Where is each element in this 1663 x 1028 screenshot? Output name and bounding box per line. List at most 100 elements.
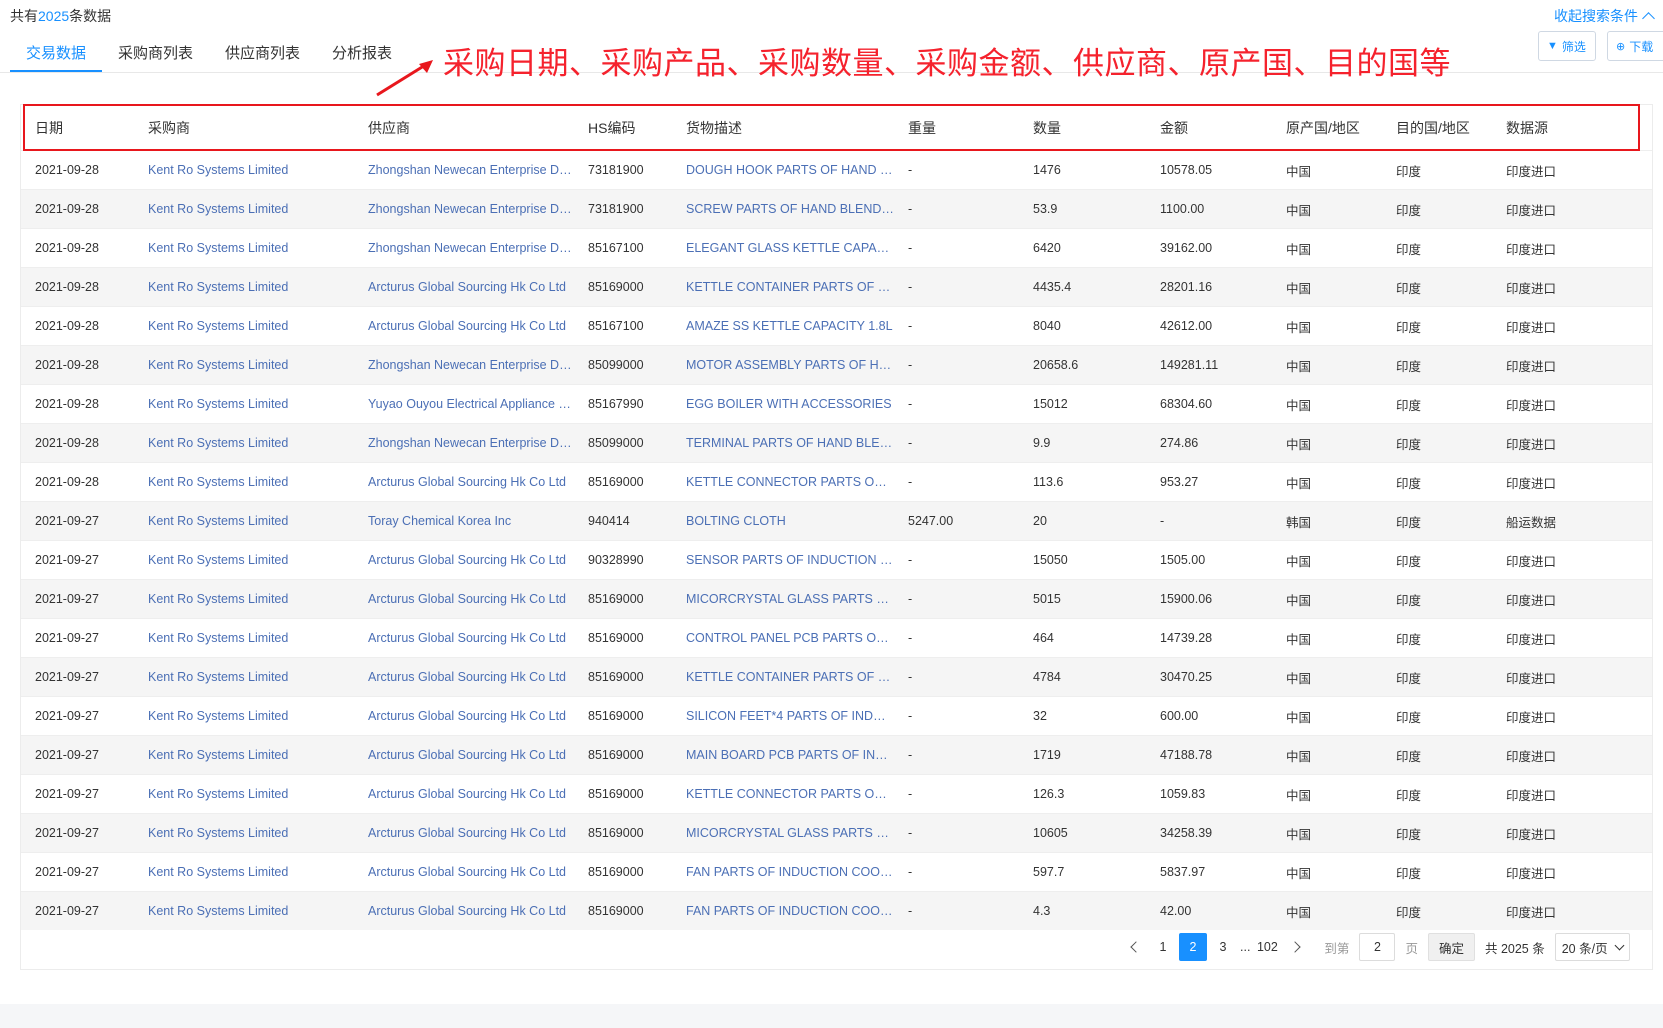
cell-supplier[interactable]: Arcturus Global Sourcing Hk Co Ltd (354, 696, 574, 736)
goto-page-input[interactable] (1359, 933, 1396, 961)
cell-quantity: 597.7 (1019, 852, 1146, 892)
cell-buyer[interactable]: Kent Ro Systems Limited (134, 267, 354, 307)
cell-description[interactable]: MOTOR ASSEMBLY PARTS OF HAND BLENDER (672, 345, 894, 385)
cell-supplier[interactable]: Zhongshan Newecan Enterprise Development… (354, 150, 574, 190)
page-1-button[interactable]: 1 (1149, 933, 1177, 961)
cell-quantity: 126.3 (1019, 774, 1146, 814)
cell-supplier[interactable]: Toray Chemical Korea Inc (354, 501, 574, 541)
cell-supplier[interactable]: Arcturus Global Sourcing Hk Co Ltd (354, 267, 574, 307)
goto-confirm-button[interactable]: 确定 (1427, 933, 1475, 961)
cell-supplier[interactable]: Zhongshan Newecan Enterprise Development… (354, 345, 574, 385)
prev-page-button[interactable] (1120, 933, 1148, 961)
cell-description[interactable]: SENSOR PARTS OF INDUCTION COOKER (672, 540, 894, 580)
cell-buyer[interactable]: Kent Ro Systems Limited (134, 657, 354, 697)
cell-description[interactable]: FAN PARTS OF INDUCTION COOKER (672, 891, 894, 930)
cell-amount: - (1146, 501, 1272, 541)
cell-supplier[interactable]: Arcturus Global Sourcing Hk Co Ltd (354, 579, 574, 619)
cell-hs-code: 940414 (574, 501, 672, 541)
table-row: 2021-09-27 Kent Ro Systems Limited Arcturu… (21, 813, 1652, 853)
cell-hs-code: 85169000 (574, 813, 672, 853)
cell-description[interactable]: DOUGH HOOK PARTS OF HAND BLENDER (672, 150, 894, 190)
cell-description[interactable]: KETTLE CONNECTOR PARTS OF KETTLE (672, 774, 894, 814)
cell-origin: 中国 (1272, 618, 1382, 658)
cell-description[interactable]: MAIN BOARD PCB PARTS OF INDUCTION (672, 735, 894, 775)
cell-supplier[interactable]: Arcturus Global Sourcing Hk Co Ltd (354, 852, 574, 892)
cell-buyer[interactable]: Kent Ro Systems Limited (134, 852, 354, 892)
cell-supplier[interactable]: Arcturus Global Sourcing Hk Co Ltd (354, 618, 574, 658)
cell-buyer[interactable]: Kent Ro Systems Limited (134, 423, 354, 463)
cell-supplier[interactable]: Arcturus Global Sourcing Hk Co Ltd (354, 891, 574, 930)
cell-date: 2021-09-28 (21, 228, 134, 268)
cell-supplier[interactable]: Arcturus Global Sourcing Hk Co Ltd (354, 774, 574, 814)
cell-destination: 印度 (1382, 657, 1492, 697)
cell-buyer[interactable]: Kent Ro Systems Limited (134, 891, 354, 930)
cell-buyer[interactable]: Kent Ro Systems Limited (134, 150, 354, 190)
cell-buyer[interactable]: Kent Ro Systems Limited (134, 306, 354, 346)
page-3-button[interactable]: 3 (1209, 933, 1237, 961)
cell-description[interactable]: AMAZE SS KETTLE CAPACITY 1.8L (672, 306, 894, 346)
cell-origin: 中国 (1272, 384, 1382, 424)
cell-description[interactable]: CONTROL PANEL PCB PARTS OF INDUCTION (672, 618, 894, 658)
cell-description[interactable]: KETTLE CONTAINER PARTS OF KETTLE (672, 657, 894, 697)
cell-buyer[interactable]: Kent Ro Systems Limited (134, 618, 354, 658)
collapse-search-link[interactable]: 收起搜索条件 (1554, 6, 1655, 26)
cell-origin: 中国 (1272, 852, 1382, 892)
table-row: 2021-09-28 Kent Ro Systems Limited Yuyao O… (21, 384, 1652, 424)
page-ellipsis[interactable]: ... (1240, 940, 1250, 954)
cell-description[interactable]: SILICON FEET*4 PARTS OF INDUCTION (672, 696, 894, 736)
cell-buyer[interactable]: Kent Ro Systems Limited (134, 228, 354, 268)
cell-buyer[interactable]: Kent Ro Systems Limited (134, 735, 354, 775)
table-row: 2021-09-27 Kent Ro Systems Limited Arcturu… (21, 579, 1652, 619)
cell-description[interactable]: EGG BOILER WITH ACCESSORIES (672, 384, 894, 424)
cell-hs-code: 85169000 (574, 774, 672, 814)
cell-supplier[interactable]: Arcturus Global Sourcing Hk Co Ltd (354, 462, 574, 502)
cell-buyer[interactable]: Kent Ro Systems Limited (134, 462, 354, 502)
cell-buyer[interactable]: Kent Ro Systems Limited (134, 345, 354, 385)
page-last-button[interactable]: 102 (1253, 933, 1281, 961)
tab-trade-data[interactable]: 交易数据 (10, 36, 103, 72)
cell-supplier[interactable]: Arcturus Global Sourcing Hk Co Ltd (354, 735, 574, 775)
cell-supplier[interactable]: Arcturus Global Sourcing Hk Co Ltd (354, 813, 574, 853)
cell-supplier[interactable]: Zhongshan Newecan Enterprise Development… (354, 423, 574, 463)
cell-buyer[interactable]: Kent Ro Systems Limited (134, 501, 354, 541)
cell-supplier[interactable]: Zhongshan Newecan Enterprise Development… (354, 189, 574, 229)
page-2-button[interactable]: 2 (1179, 933, 1207, 961)
page-footer-band (0, 1004, 1663, 1028)
cell-buyer[interactable]: Kent Ro Systems Limited (134, 384, 354, 424)
cell-description[interactable]: SCREW PARTS OF HAND BLENDER (672, 189, 894, 229)
cell-description[interactable]: TERMINAL PARTS OF HAND BLENDER (672, 423, 894, 463)
cell-description[interactable]: ELEGANT GLASS KETTLE CAPACITY (672, 228, 894, 268)
filter-button[interactable]: ▼ 筛选 (1538, 31, 1596, 61)
cell-source: 印度进口 (1492, 657, 1652, 697)
cell-description[interactable]: MICORCRYSTAL GLASS PARTS OF INDUCTION (672, 579, 894, 619)
cell-buyer[interactable]: Kent Ro Systems Limited (134, 189, 354, 229)
download-button[interactable]: ⊕ 下载 (1607, 31, 1663, 61)
cell-buyer[interactable]: Kent Ro Systems Limited (134, 579, 354, 619)
cell-buyer[interactable]: Kent Ro Systems Limited (134, 540, 354, 580)
cell-destination: 印度 (1382, 384, 1492, 424)
cell-buyer[interactable]: Kent Ro Systems Limited (134, 774, 354, 814)
table-row: 2021-09-28 Kent Ro Systems Limited Zhongsh… (21, 423, 1652, 463)
page-size-select[interactable]: 20 条/页 (1554, 933, 1630, 961)
tab-supplier-list[interactable]: 供应商列表 (209, 36, 316, 72)
cell-description[interactable]: KETTLE CONNECTOR PARTS OF KETTLE (672, 462, 894, 502)
cell-description[interactable]: KETTLE CONTAINER PARTS OF KETTLE (672, 267, 894, 307)
cell-supplier[interactable]: Arcturus Global Sourcing Hk Co Ltd (354, 306, 574, 346)
cell-supplier[interactable]: Yuyao Ouyou Electrical Appliance Co Ltd (354, 384, 574, 424)
cell-destination: 印度 (1382, 228, 1492, 268)
cell-description[interactable]: MICORCRYSTAL GLASS PARTS OF INDUCTION (672, 813, 894, 853)
cell-description[interactable]: BOLTING CLOTH (672, 501, 894, 541)
cell-buyer[interactable]: Kent Ro Systems Limited (134, 813, 354, 853)
cell-supplier[interactable]: Arcturus Global Sourcing Hk Co Ltd (354, 657, 574, 697)
tab-bar: 交易数据 采购商列表 供应商列表 分析报表 (10, 36, 408, 72)
cell-supplier[interactable]: Arcturus Global Sourcing Hk Co Ltd (354, 540, 574, 580)
cell-description[interactable]: FAN PARTS OF INDUCTION COOKER (672, 852, 894, 892)
cell-buyer[interactable]: Kent Ro Systems Limited (134, 696, 354, 736)
cell-supplier[interactable]: Zhongshan Newecan Enterprise Development… (354, 228, 574, 268)
next-page-button[interactable] (1282, 933, 1310, 961)
cell-source: 印度进口 (1492, 306, 1652, 346)
cell-date: 2021-09-27 (21, 540, 134, 580)
cell-hs-code: 85169000 (574, 696, 672, 736)
tab-buyer-list[interactable]: 采购商列表 (102, 36, 209, 72)
page-unit-label: 页 (1405, 941, 1418, 956)
